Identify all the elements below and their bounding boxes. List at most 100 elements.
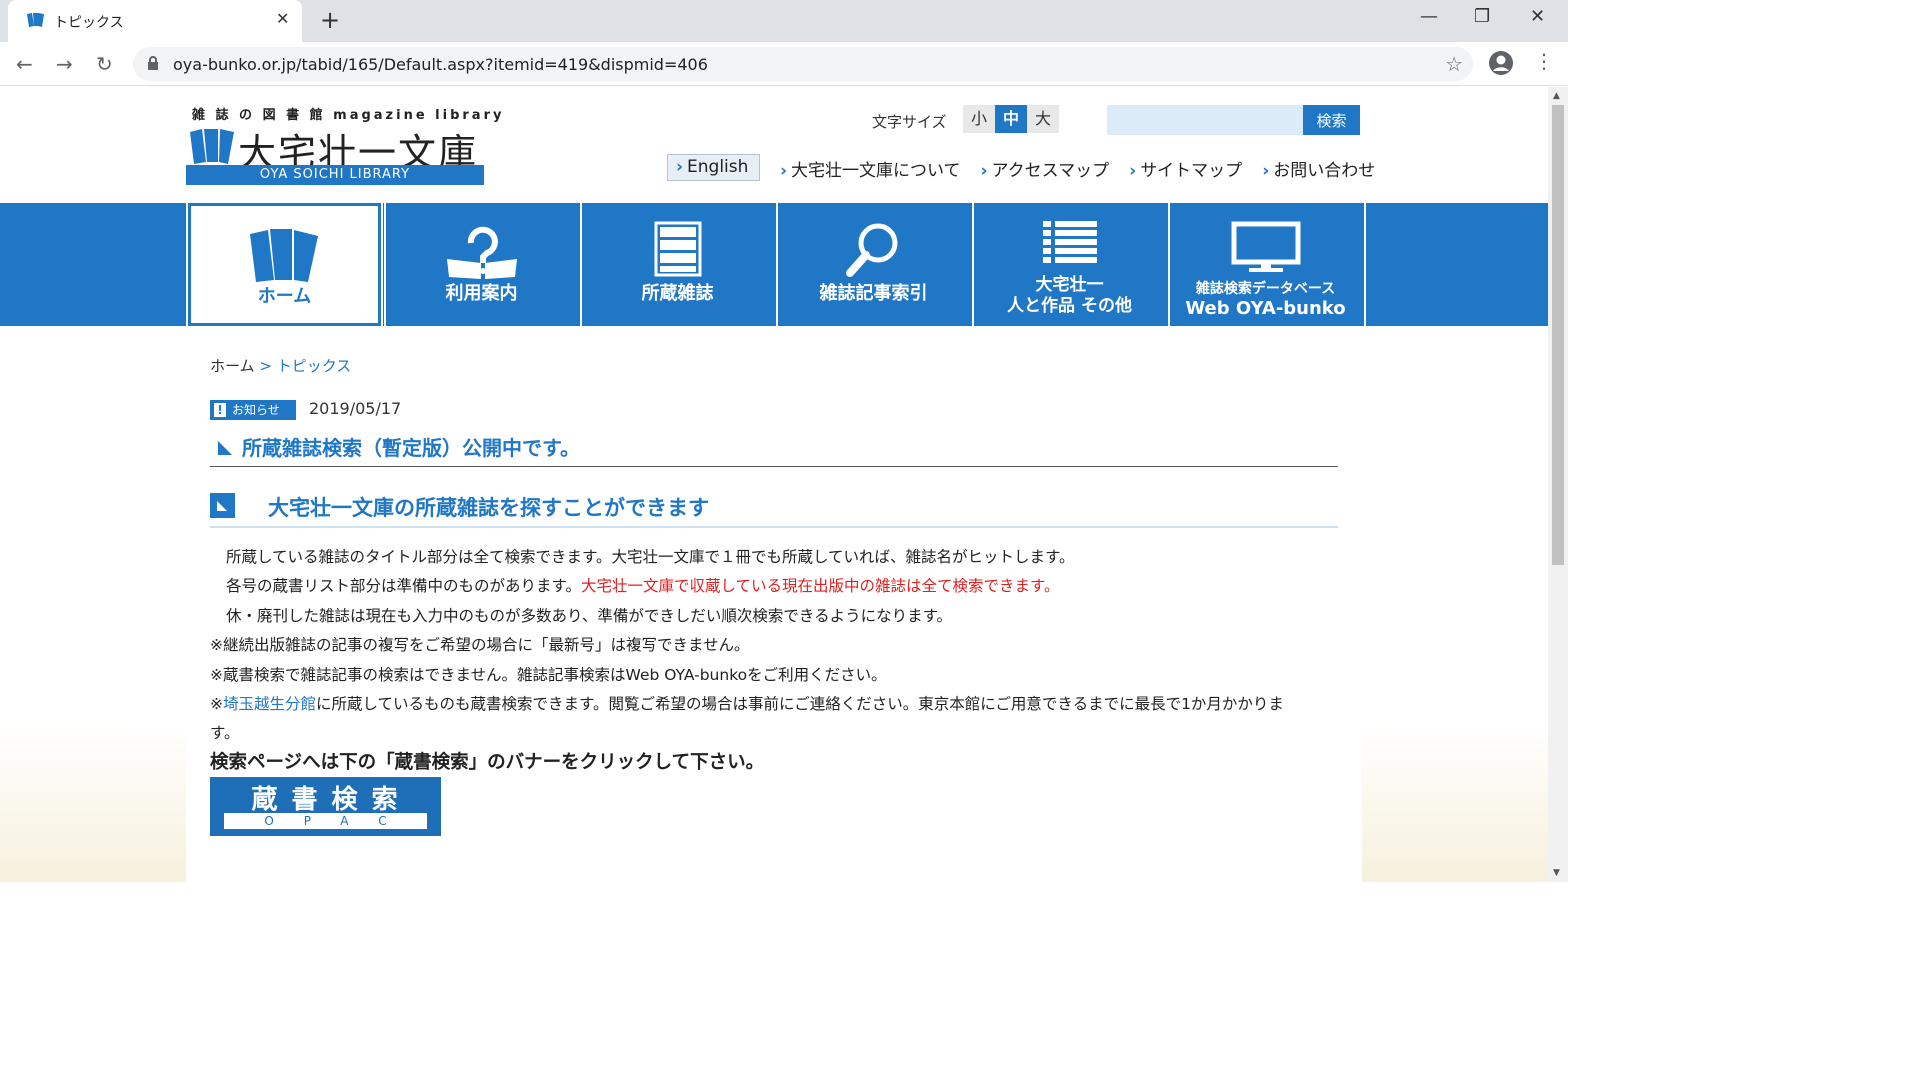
restore-icon[interactable]: ❐ <box>1474 6 1490 27</box>
reload-icon[interactable]: ↻ <box>96 52 113 76</box>
nav-oya-works-line2: 人と作品 その他 <box>1007 296 1132 316</box>
nav-oya-works[interactable]: 大宅壮一 人と作品 その他 <box>972 203 1165 326</box>
opac-banner-title: 蔵書検索 <box>251 785 412 815</box>
scrollbar-thumb[interactable] <box>1552 105 1564 565</box>
nav-oya-works-label: 大宅壮一 人と作品 その他 <box>974 275 1165 317</box>
chevron-right-icon: › <box>980 161 988 181</box>
saitama-branch-link[interactable]: 埼玉越生分館 <box>223 695 316 713</box>
nav-blank <box>1364 203 1548 326</box>
bookshelf-icon <box>582 221 773 283</box>
vertical-scrollbar[interactable]: ▲ ▼ <box>1548 87 1568 882</box>
chevron-right-icon: › <box>1262 161 1270 181</box>
note-3-prefix: ※ <box>210 695 223 713</box>
site-logo[interactable]: 雑 誌 の 図 書 館 magazine library 大宅壮一文庫 OYA … <box>186 104 501 186</box>
font-size-switcher: 小 中 大 <box>963 105 1059 133</box>
magnifier-icon <box>778 221 969 283</box>
nav-article-index-label: 雑誌記事索引 <box>819 283 928 304</box>
account-icon[interactable] <box>1488 50 1514 80</box>
link-contact-label: お問い合わせ <box>1273 161 1376 181</box>
nav-oya-works-line1: 大宅壮一 <box>1035 275 1104 295</box>
nav-web-oya-bunko-line2: Web OYA-bunko <box>1185 298 1346 319</box>
link-about[interactable]: › 大宅壮一文庫について <box>780 156 961 181</box>
breadcrumb-home[interactable]: ホーム <box>210 357 255 375</box>
page-viewport: 雑 誌 の 図 書 館 magazine library 大宅壮一文庫 OYA … <box>0 87 1548 882</box>
note-1: ※継続出版雑誌の記事の複写をご希望の場合に「最新号」は複写できません。 <box>210 636 750 654</box>
new-tab-icon[interactable]: + <box>320 6 340 34</box>
english-button[interactable]: › English <box>667 154 760 181</box>
heading-divider <box>210 526 1338 528</box>
font-size-medium-button[interactable]: 中 <box>995 105 1027 133</box>
chevron-right-icon: › <box>780 161 788 181</box>
site-search-input[interactable] <box>1107 105 1303 135</box>
article-title-text: 所蔵雑誌検索（暫定版）公開中です。 <box>242 436 580 460</box>
breadcrumb-current[interactable]: トピックス <box>277 357 352 375</box>
nav-holdings[interactable]: 所蔵雑誌 <box>580 203 773 326</box>
note-3-wrap: す。 <box>210 724 240 742</box>
heading-corner-icon <box>210 493 235 518</box>
breadcrumb-separator: > <box>259 357 272 375</box>
bookmark-star-icon[interactable]: ☆ <box>1445 52 1463 76</box>
nav-web-oya-bunko[interactable]: 雑誌検索データベース Web OYA-bunko <box>1168 203 1361 326</box>
link-sitemap[interactable]: › サイトマップ <box>1129 156 1242 181</box>
category-badge: ! お知らせ <box>210 400 296 420</box>
link-contact[interactable]: › お問い合わせ <box>1262 156 1375 181</box>
window-close-icon[interactable]: ✕ <box>1530 6 1545 27</box>
note-3: ※埼玉越生分館に所蔵しているものも蔵書検索できます。閲覧ご希望の場合は事前にご連… <box>210 692 1284 714</box>
minimize-icon[interactable]: — <box>1420 6 1438 27</box>
link-sitemap-label: サイトマップ <box>1140 161 1243 181</box>
browser-tabbar: トピックス ✕ + — ❐ ✕ <box>0 0 1568 42</box>
lock-icon <box>147 55 159 75</box>
opac-banner-sub: OPAC <box>224 813 427 829</box>
menu-dots-icon[interactable]: ⋮ <box>1534 49 1554 73</box>
section-heading: 大宅壮一文庫の所蔵雑誌を探すことができます <box>268 496 709 520</box>
note-3-text: に所蔵しているものも蔵書検索できます。閲覧ご希望の場合は事前にご連絡ください。東… <box>316 695 1284 713</box>
nav-guide[interactable]: 利用案内 <box>384 203 577 326</box>
nav-guide-label: 利用案内 <box>445 283 518 304</box>
nav-web-oya-bunko-label: 雑誌検索データベース Web OYA-bunko <box>1170 279 1361 319</box>
link-about-label: 大宅壮一文庫について <box>791 161 961 181</box>
tab-title: トピックス <box>54 15 124 31</box>
global-nav: ホーム 利用案内 所蔵雑誌 雑誌記事索引 大宅壮一 人と作品 その他 雑誌検索デ… <box>0 201 1548 328</box>
question-book-icon <box>386 221 577 283</box>
monitor-icon <box>1170 221 1361 283</box>
call-to-action: 検索ページへは下の「蔵書検索」のバナーをクリックして下さい。 <box>210 752 765 773</box>
utility-links: › 大宅壮一文庫について › アクセスマップ › サイトマップ › お問い合わせ <box>780 156 1375 181</box>
browser-tab[interactable]: トピックス ✕ <box>8 0 302 42</box>
paragraph-3: 休・廃刊した雑誌は現在も入力中のものが多数あり、準備ができしだい順次検索できるよ… <box>226 607 953 625</box>
list-icon <box>974 221 1165 283</box>
paragraph-2-highlight: 大宅壮一文庫で収蔵している現在出版中の雑誌は全て検索できます。 <box>580 577 1060 595</box>
note-2: ※蔵書検索で雑誌記事の検索はできません。雑誌記事検索はWeb OYA-bunko… <box>210 666 887 684</box>
logo-tagline: 雑 誌 の 図 書 館 magazine library <box>192 108 505 123</box>
close-icon[interactable]: ✕ <box>276 9 289 28</box>
font-size-small-button[interactable]: 小 <box>963 105 995 133</box>
link-access-map-label: アクセスマップ <box>991 161 1110 181</box>
paragraph-2-text: 各号の蔵書リスト部分は準備中のものがあります。 <box>226 577 581 595</box>
breadcrumb: ホーム > トピックス <box>210 355 351 376</box>
nav-article-index[interactable]: 雑誌記事索引 <box>776 203 969 326</box>
book-icon <box>26 12 46 32</box>
nav-web-oya-bunko-line1: 雑誌検索データベース <box>1195 281 1336 297</box>
exclamation-icon: ! <box>214 403 226 417</box>
article-title: 所蔵雑誌検索（暫定版）公開中です。 <box>216 432 580 461</box>
nav-home-label: ホーム <box>257 286 312 307</box>
font-size-large-button[interactable]: 大 <box>1027 105 1059 133</box>
back-arrow-icon[interactable]: ← <box>16 52 33 76</box>
font-size-label: 文字サイズ <box>872 113 947 131</box>
link-access-map[interactable]: › アクセスマップ <box>981 156 1110 181</box>
forward-arrow-icon[interactable]: → <box>56 52 73 76</box>
scroll-up-icon[interactable]: ▲ <box>1553 91 1560 101</box>
url-text: oya-bunko.or.jp/tabid/165/Default.aspx?i… <box>173 55 708 74</box>
nav-home[interactable]: ホーム <box>186 201 383 328</box>
corner-triangle-icon <box>216 436 242 460</box>
post-date: 2019/05/17 <box>309 399 402 418</box>
site-search-button[interactable]: 検索 <box>1303 105 1360 135</box>
title-divider <box>210 466 1338 467</box>
books-logo-icon <box>188 126 238 168</box>
browser-toolbar: ← → ↻ oya-bunko.or.jp/tabid/165/Default.… <box>0 42 1568 86</box>
nav-holdings-label: 所蔵雑誌 <box>641 283 714 304</box>
category-badge-label: お知らせ <box>232 403 280 417</box>
address-bar[interactable]: oya-bunko.or.jp/tabid/165/Default.aspx?i… <box>133 47 1473 81</box>
books-icon <box>191 224 378 286</box>
scroll-down-icon[interactable]: ▼ <box>1553 868 1560 878</box>
opac-banner[interactable]: 蔵書検索 OPAC <box>210 777 441 836</box>
